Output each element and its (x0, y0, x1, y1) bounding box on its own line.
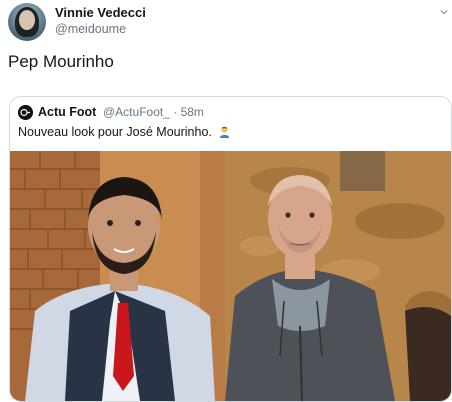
author-display-name[interactable]: Vinnie Vedecci (55, 5, 146, 20)
quoted-tweet-text: Nouveau look pour José Mourinho. (18, 125, 231, 139)
meta-separator: · (173, 105, 178, 119)
quoted-text: Nouveau look pour José Mourinho. (18, 125, 212, 139)
quoted-time[interactable]: 58m (181, 105, 204, 119)
quoted-author-handle[interactable]: @ActuFoot_ (103, 105, 170, 119)
quoted-tweet[interactable]: Actu Foot @ActuFoot_ · 58m Nouveau look … (9, 96, 452, 402)
avatar-face (19, 10, 35, 30)
photo-illustration (10, 151, 451, 401)
quoted-author-name[interactable]: Actu Foot (38, 105, 96, 119)
avatar[interactable] (8, 3, 46, 41)
chair (405, 307, 451, 401)
tweet-text: Pep Mourinho (8, 52, 114, 71)
tweet-photo[interactable] (10, 151, 451, 401)
chevron-down-icon[interactable] (440, 8, 448, 16)
actu-foot-logo (18, 105, 33, 120)
wall-frame (340, 151, 385, 191)
author-handle[interactable]: @meidoume (55, 22, 126, 36)
quoted-meta: @ActuFoot_ · 58m (103, 105, 204, 119)
person-emoji (220, 126, 230, 138)
